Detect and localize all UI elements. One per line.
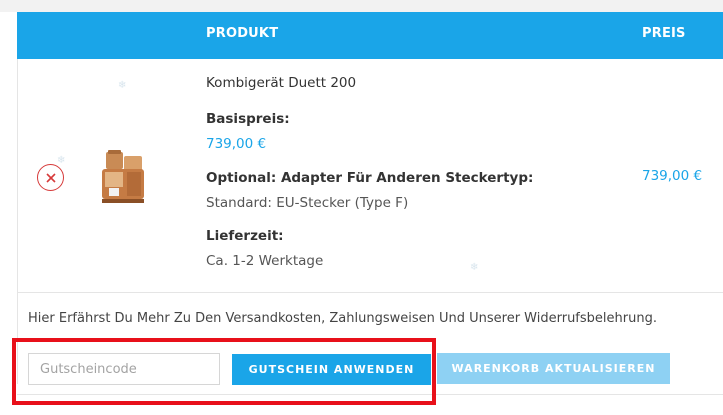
header-price: PREIS (642, 26, 686, 41)
delivery-label: Lieferzeit: (206, 228, 284, 244)
base-price-value: 739,00 € (206, 136, 267, 152)
bottom-divider (17, 394, 723, 395)
snowflake-icon: ❄ (118, 80, 127, 91)
header-product: PRODUKT (206, 26, 279, 41)
top-strip (0, 0, 723, 12)
cart-table-header: PRODUKT PREIS (17, 12, 723, 59)
remove-item-button[interactable] (37, 164, 64, 191)
base-price-label: Basispreis: (206, 111, 290, 127)
coupon-code-input[interactable] (28, 353, 220, 385)
option-value: Standard: EU-Stecker (Type F) (206, 195, 409, 211)
row-divider (17, 292, 723, 293)
shipping-info-text: Hier Erfährst Du Mehr Zu Den Versandkost… (28, 311, 657, 326)
row-border (17, 59, 18, 384)
snowflake-icon: ❄ (470, 262, 479, 273)
grain-mill-image[interactable] (97, 148, 149, 206)
product-name[interactable]: Kombigerät Duett 200 (206, 75, 356, 91)
option-label: Optional: Adapter Für Anderen Steckertyp… (206, 170, 534, 186)
line-price: 739,00 € (642, 168, 703, 184)
close-icon (45, 172, 56, 183)
snowflake-icon: ❄ (57, 155, 66, 166)
delivery-value: Ca. 1-2 Werktage (206, 253, 324, 269)
update-cart-button[interactable]: WARENKORB AKTUALISIEREN (437, 353, 670, 384)
apply-coupon-button[interactable]: GUTSCHEIN ANWENDEN (232, 354, 431, 385)
